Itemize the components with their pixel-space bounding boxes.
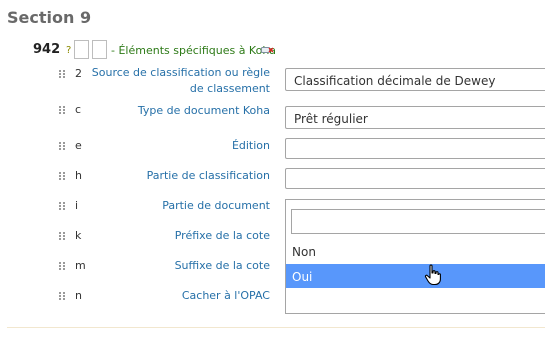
subfield-label: Source de classification ou règle de cla… — [50, 65, 270, 97]
subfield-label: Type de document Koha — [137, 104, 270, 117]
subfield-label: Préfixe de la cote — [174, 229, 270, 242]
section-divider — [7, 327, 545, 328]
edition-input[interactable] — [285, 138, 545, 159]
dropdown-option-oui[interactable]: Oui — [286, 264, 545, 288]
hand-cursor-icon — [424, 264, 441, 286]
tag-label: - Éléments spécifiques à Koha — [111, 44, 277, 57]
tag-number: 942 — [33, 42, 61, 57]
tag-help-link[interactable]: ? — [66, 45, 71, 56]
section-title: Section 9 — [7, 8, 92, 27]
subfield-label: Suffixe de la cote — [174, 259, 270, 272]
dropdown-search-input[interactable] — [291, 209, 545, 234]
classification-part-input[interactable] — [285, 168, 545, 189]
subfield-label: Cacher à l'OPAC — [181, 289, 270, 302]
dropdown-panel: Non Oui — [285, 199, 545, 314]
subfield-label-line: de classement — [189, 82, 270, 95]
delete-field-icon[interactable] — [261, 45, 274, 55]
dropdown-option-non[interactable]: Non — [286, 239, 545, 263]
classification-source-select[interactable]: Classification décimale de Dewey — [285, 68, 545, 91]
subfield-label: Édition — [231, 139, 270, 152]
indicator-2-input[interactable] — [92, 40, 107, 59]
indicator-1-input[interactable] — [74, 40, 89, 59]
subfield-label: Partie de classification — [146, 169, 270, 182]
item-type-select[interactable]: Prêt régulier — [285, 106, 545, 129]
subfield-label: Partie de document — [162, 199, 270, 212]
subfield-label-line: Source de classification ou règle — [91, 66, 270, 79]
